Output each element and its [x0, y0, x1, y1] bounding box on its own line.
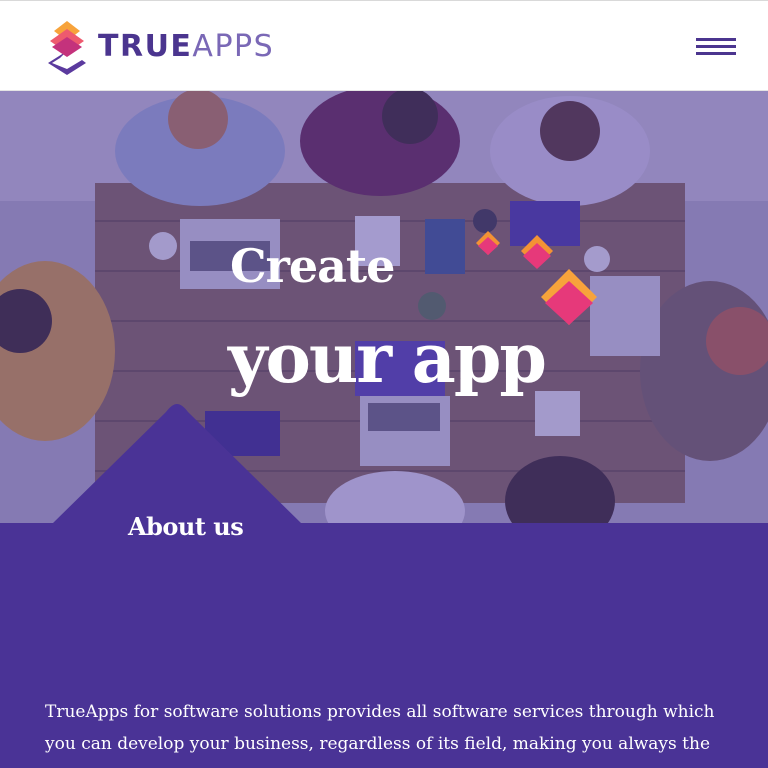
hero-title-line-1: Create: [230, 239, 395, 293]
decorative-diamonds-icon: [476, 231, 597, 325]
site-header: TRUEAPPS: [0, 0, 768, 91]
hamburger-icon[interactable]: [696, 35, 738, 59]
hero-title-line-2: your app: [228, 319, 547, 399]
logo-text-bold: TRUE: [98, 29, 193, 64]
logo-mark-icon: [48, 21, 86, 75]
about-body-text: TrueApps for software solutions provides…: [45, 702, 715, 768]
logo-text: TRUEAPPS: [98, 32, 274, 62]
logo-text-light: APPS: [192, 29, 275, 64]
about-tab-shape: [52, 404, 302, 524]
logo[interactable]: TRUEAPPS: [44, 17, 274, 77]
about-title: About us: [128, 512, 244, 541]
